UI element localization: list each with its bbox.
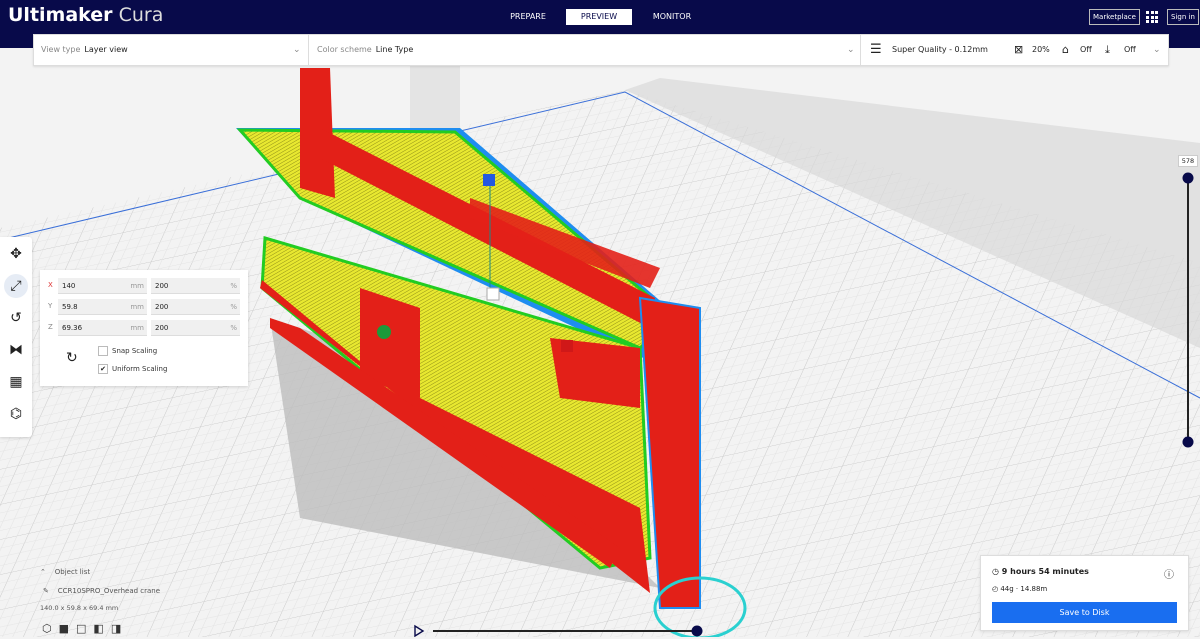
tool-strip: ✥ ⤢ ↺ ⧓ ▦ ⌬: [0, 237, 32, 437]
spool-icon: ◴: [992, 585, 999, 593]
chevron-down-icon[interactable]: ⌄: [1153, 35, 1161, 65]
stage-toolbar: View type Layer view ⌄ Color scheme Line T…: [33, 34, 1169, 66]
3d-view-icon[interactable]: ⬡: [42, 622, 59, 635]
scale-row-y: Y 59.8 mm 200%: [46, 299, 241, 315]
mirror-icon[interactable]: ⧓: [4, 338, 28, 362]
adhesion-value[interactable]: Off: [1124, 35, 1136, 65]
unit: %: [230, 324, 237, 332]
support-icon: ⌂: [1062, 43, 1069, 56]
logo-bold: Ultimaker: [8, 4, 113, 26]
chevron-down-icon[interactable]: ⌄: [847, 35, 855, 65]
rotate-icon[interactable]: ↺: [4, 306, 28, 330]
object-name: CCR10SPRO_Overhead crane: [57, 587, 161, 595]
front-view-icon[interactable]: ■: [59, 622, 76, 635]
axis-label: Y: [48, 302, 53, 310]
view-type-select[interactable]: View type Layer view: [41, 35, 128, 65]
print-time: 9 hours 54 minutes: [1001, 567, 1089, 576]
top-view-icon[interactable]: □: [76, 622, 93, 635]
layer-number[interactable]: 578: [1178, 155, 1198, 167]
chevron-up-icon: ⌃: [40, 568, 46, 576]
support-blocker-icon[interactable]: ⌬: [4, 402, 28, 426]
uniform-scaling-checkbox[interactable]: ✔: [98, 364, 108, 374]
center-handle[interactable]: [486, 287, 500, 301]
uniform-scaling-label: Uniform Scaling: [112, 365, 168, 373]
snap-scaling-checkbox[interactable]: [98, 346, 108, 356]
clock-icon: ◷: [992, 567, 999, 576]
tab-preview[interactable]: PREVIEW: [566, 9, 632, 25]
layer-slider-bottom-handle[interactable]: [1182, 436, 1194, 448]
print-summary-panel: ◷ 9 hours 54 minutes ⓘ ◴ 44g · 14.88m Sa…: [980, 555, 1189, 631]
axis-label: X: [48, 281, 53, 289]
info-icon[interactable]: ⓘ: [1164, 566, 1174, 581]
infill-icon: ⊠: [1014, 43, 1024, 56]
marketplace-button[interactable]: Marketplace: [1089, 9, 1140, 25]
scale-icon[interactable]: ⤢: [4, 274, 28, 298]
quality-profile[interactable]: Super Quality - 0.12mm: [892, 35, 988, 65]
x-percent-input[interactable]: 200%: [151, 278, 240, 294]
settings-sliders-icon[interactable]: ☰: [870, 35, 882, 65]
z-percent-input[interactable]: 200%: [151, 320, 240, 336]
tab-monitor[interactable]: MONITOR: [639, 9, 705, 25]
logo-light: Cura: [112, 4, 164, 26]
x-axis-handle[interactable]: [561, 340, 573, 352]
object-list-toggle[interactable]: ⌃ Object list: [40, 568, 90, 576]
scale-row-x: X 140 mm 200%: [46, 278, 241, 294]
value: 200: [155, 303, 169, 311]
object-name-row[interactable]: ✎ CCR10SPRO_Overhead crane: [43, 587, 160, 595]
unit: %: [230, 282, 237, 290]
layer-slider-top-handle[interactable]: [1182, 172, 1194, 184]
support-value[interactable]: Off: [1080, 35, 1092, 65]
unit: mm: [130, 303, 144, 311]
left-view-icon[interactable]: ◧: [93, 622, 110, 635]
y-percent-input[interactable]: 200%: [151, 299, 240, 315]
axis-label: Z: [48, 323, 53, 331]
right-view-icon[interactable]: ◨: [111, 622, 128, 635]
color-scheme-select[interactable]: Color scheme Line Type: [317, 35, 413, 65]
z-axis-handle[interactable]: [483, 174, 495, 186]
object-dimensions: 140.0 x 59.8 x 69.4 mm: [40, 604, 119, 612]
object-list-title: Object list: [54, 568, 91, 576]
snap-scaling-label: Snap Scaling: [112, 347, 158, 355]
x-mm-input[interactable]: 140 mm: [58, 278, 147, 294]
scale-panel: X 140 mm 200% Y 59.8 mm 200% Z 69.36 mm 200…: [40, 270, 248, 386]
sign-in-button[interactable]: Sign in: [1167, 9, 1199, 25]
value: 200: [155, 324, 169, 332]
tab-prepare[interactable]: PREPARE: [495, 9, 561, 25]
save-to-disk-button[interactable]: Save to Disk: [992, 602, 1177, 623]
color-scheme-value: Line Type: [375, 45, 414, 54]
unit: mm: [130, 324, 144, 332]
scale-row-z: Z 69.36 mm 200%: [46, 320, 241, 336]
value: 140: [62, 282, 76, 290]
per-model-settings-icon[interactable]: ▦: [4, 370, 28, 394]
view-type-value: Layer view: [84, 45, 128, 54]
unit: %: [230, 303, 237, 311]
y-axis-handle[interactable]: [377, 325, 391, 339]
z-mm-input[interactable]: 69.36 mm: [58, 320, 147, 336]
view-type-label: View type: [41, 45, 81, 54]
infill-value[interactable]: 20%: [1032, 35, 1050, 65]
chevron-down-icon[interactable]: ⌄: [293, 35, 301, 65]
material-usage: 44g · 14.88m: [1000, 585, 1048, 593]
value: 59.8: [62, 303, 78, 311]
playback-slider-handle[interactable]: [691, 625, 703, 637]
pencil-icon: ✎: [43, 587, 49, 595]
value: 69.36: [62, 324, 83, 332]
adhesion-icon: ⤓: [1105, 43, 1110, 56]
unit: mm: [130, 282, 144, 290]
app-logo: Ultimaker Cura: [8, 4, 163, 26]
color-scheme-label: Color scheme: [317, 45, 372, 54]
move-icon[interactable]: ✥: [4, 242, 28, 266]
y-mm-input[interactable]: 59.8 mm: [58, 299, 147, 315]
value: 200: [155, 282, 169, 290]
reset-scale-icon[interactable]: ↻: [66, 350, 78, 366]
apps-grid-icon[interactable]: [1146, 11, 1158, 23]
camera-view-buttons: ⬡■□◧◨: [42, 622, 128, 635]
